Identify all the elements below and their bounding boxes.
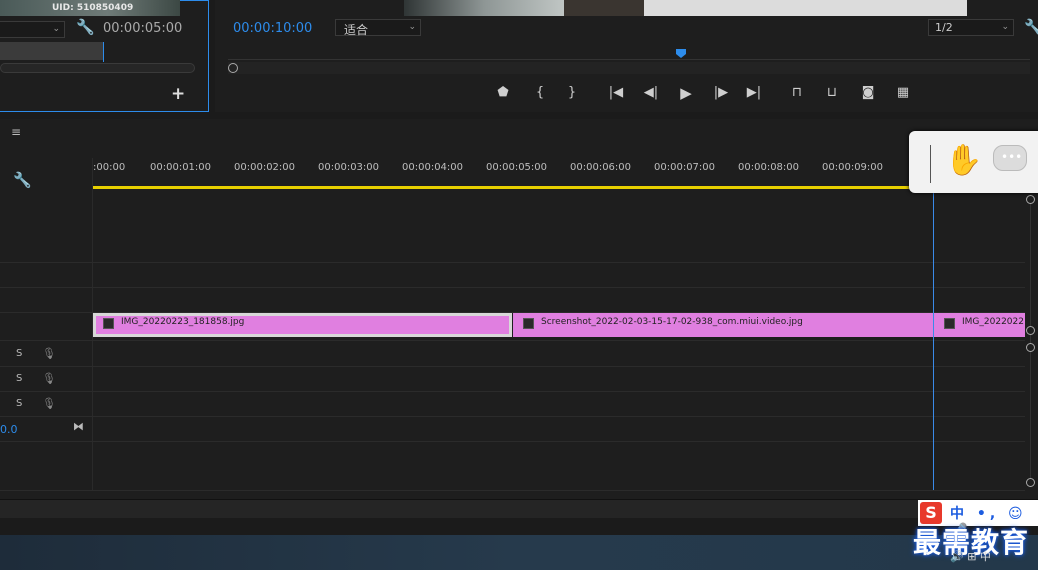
marker-icon[interactable]: ⬟ — [494, 84, 512, 102]
track-separator — [0, 262, 1025, 263]
track-separator — [0, 366, 1025, 367]
text-cursor-icon[interactable] — [930, 145, 931, 183]
zoom-handle[interactable] — [228, 63, 238, 73]
video-subject — [564, 0, 644, 16]
add-button[interactable]: + — [171, 84, 185, 104]
scroll-knob[interactable] — [1026, 195, 1035, 204]
wrench-icon[interactable]: 🔧 — [13, 171, 32, 189]
go-to-in-icon[interactable]: |◀ — [607, 84, 625, 102]
chat-bubble-icon[interactable]: ••• — [993, 145, 1027, 171]
play-icon[interactable]: ▶ — [677, 84, 695, 102]
wrench-icon[interactable]: 🔧 — [76, 18, 95, 36]
track-separator — [0, 340, 1025, 341]
fit-label: 适合 — [344, 23, 369, 37]
source-thumbnail: UID: 510850409 — [0, 0, 180, 16]
mark-in-button[interactable]: { — [531, 84, 549, 102]
source-dropdown[interactable]: ⌄ — [0, 21, 65, 38]
step-back-icon[interactable]: ◀| — [642, 84, 660, 102]
track-separator — [0, 287, 1025, 288]
video-sky — [404, 0, 564, 16]
microphone-icon[interactable]: 🎙 — [42, 397, 56, 410]
microphone-icon[interactable]: 🎙 — [42, 347, 56, 360]
scroll-knob[interactable] — [1026, 343, 1035, 352]
ruler-label: :00:00 — [93, 162, 126, 173]
timeline-bottom-bar — [0, 499, 1038, 518]
clip[interactable]: IMG_2022022 — [934, 313, 1025, 337]
track-separator — [0, 416, 1025, 417]
source-timecode[interactable]: 00:00:05:00 — [103, 21, 182, 36]
ruler-label: 00:00:03:00 — [318, 162, 380, 173]
track-separator — [0, 391, 1025, 392]
go-to-out-icon[interactable]: ▶| — [745, 84, 763, 102]
image-clip-icon — [523, 318, 534, 329]
resolution-label: 1/2 — [935, 21, 953, 34]
dots-icon: ••• — [1001, 150, 1023, 164]
source-scrollbar[interactable] — [0, 63, 195, 73]
program-video-frame — [404, 0, 967, 16]
microphone-icon[interactable]: 🎙 — [42, 372, 56, 385]
image-clip-icon — [944, 318, 955, 329]
solo-button[interactable]: S — [16, 398, 22, 409]
camera-icon[interactable]: ◙ — [859, 84, 877, 102]
track-separator — [0, 490, 1025, 491]
chevron-down-icon: ⌄ — [52, 24, 60, 34]
bowtie-icon[interactable]: ⧓ — [73, 420, 84, 433]
solo-button[interactable]: S — [16, 373, 22, 384]
resolution-dropdown[interactable]: 1/2 ⌄ — [928, 19, 1014, 36]
clip[interactable]: IMG_20220223_181858.jpg — [93, 313, 512, 337]
scroll-knob[interactable] — [1026, 478, 1035, 487]
source-playhead[interactable] — [103, 42, 104, 62]
master-volume-value[interactable]: 0.0 — [0, 423, 18, 436]
ruler-label: 00:00:05:00 — [486, 162, 548, 173]
ruler-label: 00:00:06:00 — [570, 162, 632, 173]
extract-icon[interactable]: ⊔ — [823, 84, 841, 102]
ruler-label: 00:00:09:00 — [822, 162, 884, 173]
timeline-playhead[interactable] — [933, 190, 934, 490]
track-separator — [0, 441, 1025, 442]
ruler-label: 00:00:02:00 — [234, 162, 296, 173]
hand-icon[interactable]: ✋ — [945, 143, 982, 178]
compare-icon[interactable]: ▦ — [894, 84, 912, 102]
step-forward-icon[interactable]: |▶ — [712, 84, 730, 102]
fit-dropdown[interactable]: 适合 ⌄ — [335, 19, 421, 37]
clip[interactable]: Screenshot_2022-02-03-15-17-02-938_com.m… — [513, 313, 933, 337]
panel-menu-icon[interactable]: ≡ — [11, 125, 21, 139]
work-area-bar[interactable] — [93, 186, 1025, 189]
lift-icon[interactable]: ⊓ — [788, 84, 806, 102]
chevron-down-icon: ⌄ — [408, 22, 416, 32]
chevron-down-icon: ⌄ — [1001, 22, 1009, 32]
ruler-label: 00:00:08:00 — [738, 162, 800, 173]
taskbar — [0, 535, 1038, 570]
program-timecode[interactable]: 00:00:10:00 — [233, 21, 312, 36]
wrench-icon[interactable]: 🔧 — [1024, 18, 1038, 36]
clip-label: IMG_20220223_181858.jpg — [121, 317, 245, 327]
system-tray[interactable]: 🔊 ⊞ 中 — [950, 548, 991, 564]
scroll-knob[interactable] — [1026, 326, 1035, 335]
solo-button[interactable]: S — [16, 348, 22, 359]
source-mini-timeline[interactable] — [0, 42, 104, 60]
ruler-label: 00:00:04:00 — [402, 162, 464, 173]
clip-label: Screenshot_2022-02-03-15-17-02-938_com.m… — [541, 317, 803, 327]
program-time-ruler[interactable] — [228, 45, 1030, 60]
mark-out-button[interactable]: } — [563, 84, 581, 102]
ruler-label: 00:00:01:00 — [150, 162, 212, 173]
clip-label: IMG_2022022 — [962, 317, 1024, 327]
image-clip-icon — [103, 318, 114, 329]
ruler-label: 00:00:07:00 — [654, 162, 716, 173]
uid-label: UID: 510850409 — [52, 3, 134, 13]
program-zoom-scrollbar[interactable] — [228, 62, 1030, 74]
vertical-scrollbar[interactable] — [1030, 197, 1031, 487]
tool-popup: ✋ ••• — [909, 131, 1038, 193]
